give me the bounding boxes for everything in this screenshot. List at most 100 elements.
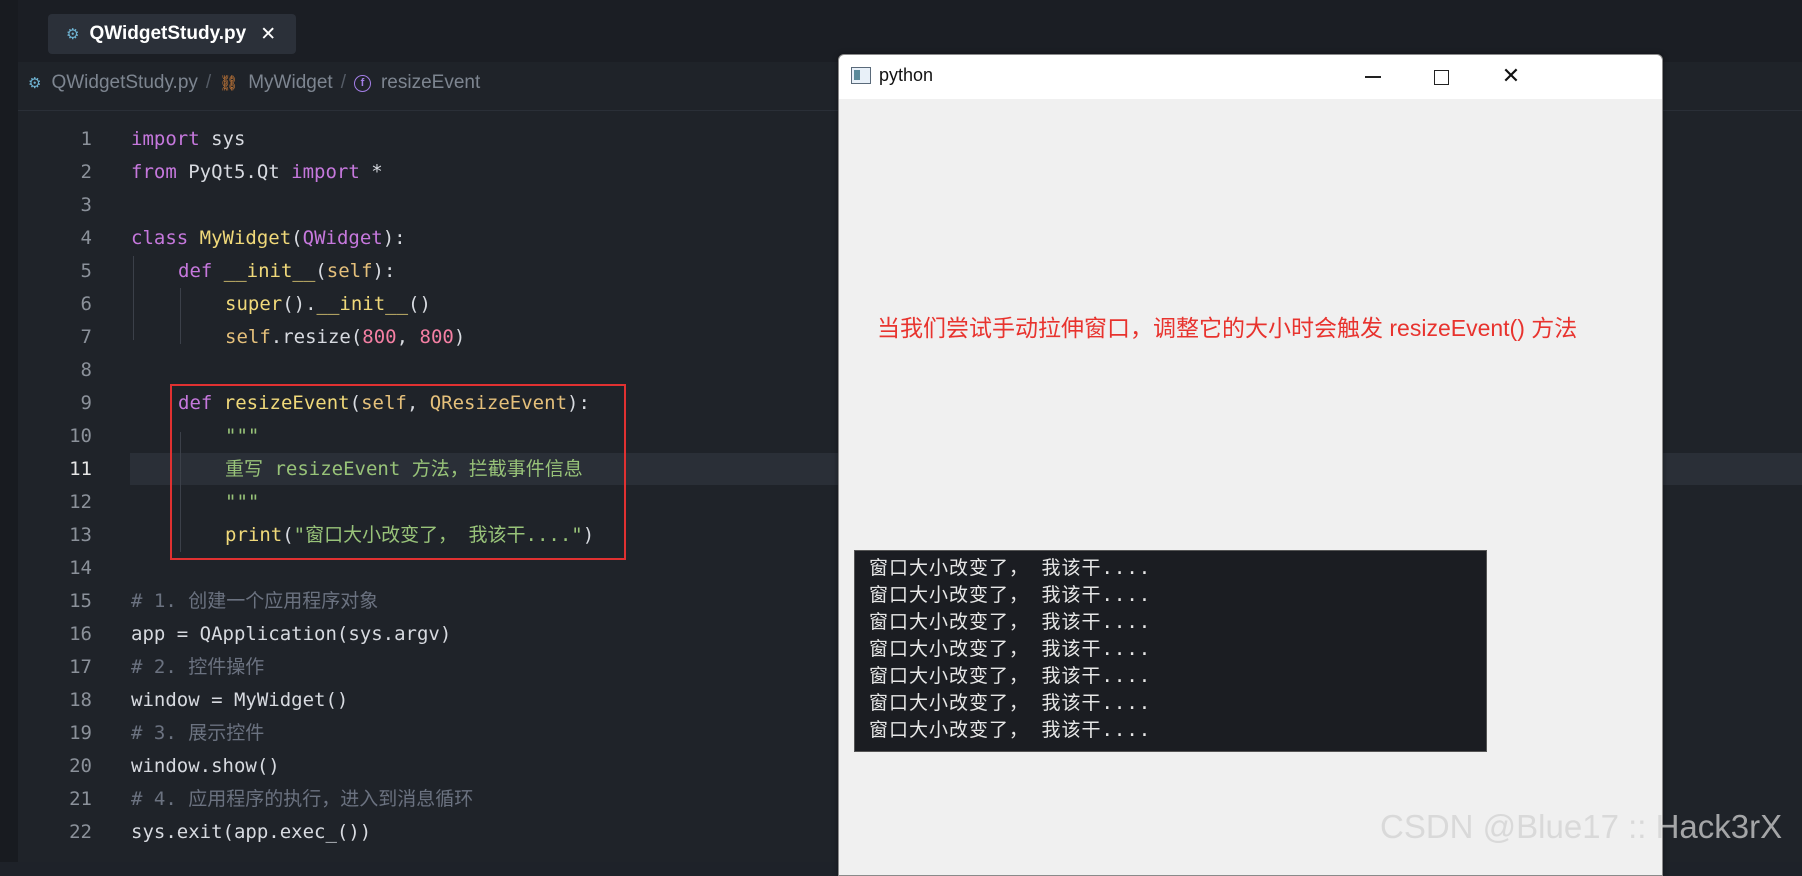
tab-label: QWidgetStudy.py [89, 23, 247, 44]
code-line-4[interactable]: class MyWidget(QWidget): [131, 222, 406, 255]
line-number: 7 [80, 326, 92, 348]
indent-guide [133, 256, 134, 340]
line-number: 2 [80, 161, 92, 183]
code-line-6[interactable]: super().__init__() [225, 288, 431, 321]
code-line-16[interactable]: app = QApplication(sys.argv) [131, 618, 451, 651]
indent-guide [180, 288, 181, 344]
close-button[interactable]: ✕ [1487, 61, 1535, 93]
code-text: ) [453, 326, 466, 348]
code-line-1[interactable]: import sys [131, 123, 245, 156]
number: 800 [362, 326, 397, 348]
breadcrumb-separator: / [205, 72, 212, 93]
base-class: QWidget [302, 227, 383, 249]
class-name: MyWidget [199, 227, 292, 249]
annotation-message: 当我们尝试手动拉伸窗口，调整它的大小时会触发 resizeEvent() 方法 [877, 315, 1578, 341]
line-number: 19 [69, 722, 92, 744]
keyword: from [131, 161, 177, 183]
code-line-5[interactable]: def __init__(self): [178, 255, 395, 288]
code-line-22[interactable]: sys.exit(app.exec_()) [131, 816, 371, 849]
method-name: __init__ [223, 260, 316, 282]
tab-close-icon[interactable]: ✕ [260, 23, 276, 45]
window-titlebar[interactable]: python ✕ [839, 55, 1662, 99]
code-text: ): [382, 227, 406, 249]
console-line: 窗口大小改变了， 我该干.... [869, 665, 1152, 687]
minimize-button[interactable] [1349, 61, 1397, 93]
maximize-button[interactable] [1417, 61, 1465, 93]
highlight-box [170, 384, 626, 560]
line-number: 11 [69, 458, 92, 480]
code-line-21[interactable]: # 4. 应用程序的执行，进入到消息循环 [131, 783, 473, 816]
close-icon: ✕ [1501, 64, 1521, 89]
line-number: 9 [80, 392, 92, 414]
activity-edge [0, 0, 18, 862]
minimize-icon [1365, 76, 1381, 78]
code-text: () [408, 293, 431, 315]
line-number: 3 [80, 194, 92, 216]
console-line: 窗口大小改变了， 我该干.... [869, 557, 1152, 579]
keyword: import [291, 161, 360, 183]
breadcrumb-method[interactable]: resizeEvent [381, 72, 480, 94]
self-param: self [326, 260, 373, 282]
console-line: 窗口大小改变了， 我该干.... [869, 584, 1152, 606]
watermark: CSDN @Blue17 :: Hack3rX [1380, 808, 1783, 845]
keyword: class [131, 227, 189, 249]
line-number: 15 [69, 590, 92, 612]
self-ref: self [225, 326, 271, 348]
code-line-15[interactable]: # 1. 创建一个应用程序对象 [131, 585, 378, 618]
line-number: 4 [80, 227, 92, 249]
line-number: 1 [80, 128, 92, 150]
line-number: 14 [69, 557, 92, 579]
line-number: 17 [69, 656, 92, 678]
console-line: 窗口大小改变了， 我该干.... [869, 638, 1152, 660]
tab-qwidgetstudy[interactable]: ⚙ QWidgetStudy.py ✕ [48, 14, 296, 54]
line-number: 20 [69, 755, 92, 777]
code-line-7[interactable]: self.resize(800, 800) [225, 321, 465, 354]
line-number: 21 [69, 788, 92, 810]
tab-bar: ⚙ QWidgetStudy.py ✕ [18, 0, 1802, 62]
code-text: ( [315, 260, 327, 282]
breadcrumb-class[interactable]: MyWidget [248, 72, 332, 94]
number: 800 [419, 326, 454, 348]
line-number: 6 [80, 293, 92, 315]
code-line-2[interactable]: from PyQt5.Qt import * [131, 156, 383, 189]
console-line: 窗口大小改变了， 我该干.... [869, 611, 1152, 633]
python-file-icon: ⚙ [66, 25, 80, 43]
line-number: 13 [69, 524, 92, 546]
line-number: 8 [80, 359, 92, 381]
code-line-20[interactable]: window.show() [131, 750, 280, 783]
line-number: 16 [69, 623, 92, 645]
code-text: ( [291, 227, 303, 249]
app-window-icon [851, 67, 871, 84]
line-number: 5 [80, 260, 92, 282]
breadcrumb: ⚙ QWidgetStudy.py / ⛓ MyWidget / f resiz… [28, 70, 480, 96]
method-name: __init__ [316, 293, 409, 315]
builtin: super [225, 293, 283, 315]
breadcrumb-file[interactable]: QWidgetStudy.py [51, 72, 197, 94]
line-number: 18 [69, 689, 92, 711]
code-line-19[interactable]: # 3. 展示控件 [131, 717, 264, 750]
code-text: sys [199, 128, 246, 150]
breadcrumb-separator: / [340, 72, 346, 93]
keyword: import [131, 128, 200, 150]
python-window[interactable]: python ✕ 当我们尝试手动拉伸窗口，调整它的大小时会触发 resizeEv… [838, 54, 1663, 876]
maximize-icon [1433, 69, 1449, 85]
code-line-17[interactable]: # 2. 控件操作 [131, 651, 264, 684]
window-title: python [879, 65, 934, 85]
code-text: * [359, 161, 383, 183]
line-number: 12 [69, 491, 92, 513]
code-line-18[interactable]: window = MyWidget() [131, 684, 348, 717]
class-icon: ⛓ [219, 75, 239, 92]
code-text: PyQt5.Qt [176, 161, 292, 183]
keyword: def [178, 260, 213, 282]
function-icon: f [353, 74, 371, 92]
code-text: (). [282, 293, 317, 315]
line-number: 22 [69, 821, 92, 843]
console-output[interactable]: 窗口大小改变了， 我该干.... 窗口大小改变了， 我该干.... 窗口大小改变了，… [854, 550, 1487, 752]
console-line: 窗口大小改变了， 我该干.... [869, 719, 1152, 741]
code-text: ): [372, 260, 396, 282]
console-line: 窗口大小改变了， 我该干.... [869, 692, 1152, 714]
code-text: .resize( [270, 326, 363, 348]
line-number: 10 [69, 425, 92, 447]
